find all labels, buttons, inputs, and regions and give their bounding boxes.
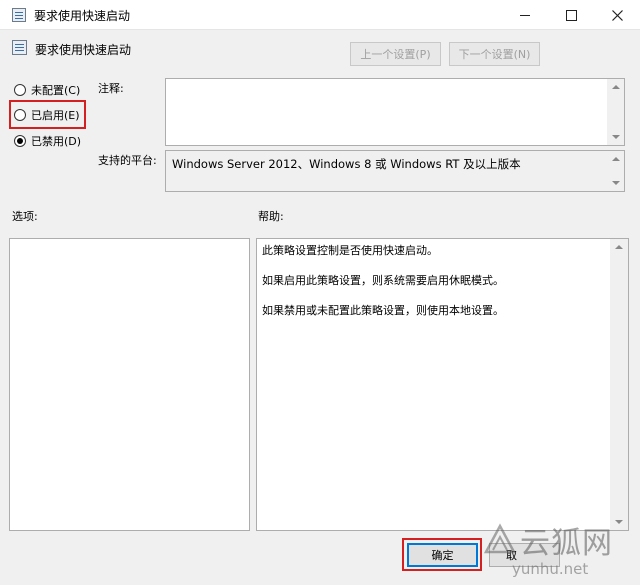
help-text: 此策略设置控制是否使用快速启动。 如果启用此策略设置，则系统需要启用休眠模式。 … — [262, 243, 607, 333]
comment-label: 注释: — [98, 82, 124, 95]
radio-disabled[interactable]: 已禁用(D) — [14, 132, 81, 150]
radio-circle[interactable] — [14, 84, 26, 96]
scroll-down-icon[interactable] — [612, 135, 620, 139]
radio-not-configured[interactable]: 未配置(C) — [14, 81, 80, 99]
help-paragraph: 此策略设置控制是否使用快速启动。 — [262, 244, 438, 257]
next-setting-button[interactable]: 下一个设置(N) — [449, 42, 540, 66]
supported-platform-box: Windows Server 2012、Windows 8 或 Windows … — [165, 150, 625, 192]
scroll-up-icon[interactable] — [612, 85, 620, 89]
ok-button[interactable]: 确定 — [407, 543, 478, 567]
help-panel: 此策略设置控制是否使用快速启动。 如果启用此策略设置，则系统需要启用休眠模式。 … — [256, 238, 629, 531]
comment-textarea[interactable] — [165, 78, 625, 146]
policy-icon — [12, 8, 26, 22]
policy-title: 要求使用快速启动 — [35, 43, 132, 57]
radio-label: 未配置(C) — [31, 84, 81, 97]
help-scrollbar[interactable] — [610, 239, 628, 530]
help-label: 帮助: — [258, 210, 284, 223]
minimize-button[interactable] — [502, 0, 548, 30]
watermark-url: yunhu.net — [512, 560, 589, 578]
options-label: 选项: — [12, 210, 38, 223]
watermark-text: 云狐网 — [520, 526, 613, 561]
radio-circle[interactable] — [14, 135, 26, 147]
watermark: 云狐网 yunhu.net — [482, 516, 632, 582]
scroll-down-icon[interactable] — [612, 181, 620, 185]
close-button[interactable] — [594, 0, 640, 30]
scroll-up-icon[interactable] — [615, 245, 623, 249]
comment-scrollbar[interactable] — [607, 79, 624, 145]
annotation-highlight-box — [9, 100, 86, 129]
fox-logo-icon — [483, 523, 517, 554]
options-panel — [9, 238, 250, 531]
maximize-button[interactable] — [548, 0, 594, 30]
close-icon — [611, 9, 623, 21]
help-paragraph: 如果启用此策略设置，则系统需要启用休眠模式。 — [262, 274, 504, 287]
supported-platform-label: 支持的平台: — [98, 154, 157, 167]
window-title: 要求使用快速启动 — [34, 9, 131, 23]
radio-label: 已禁用(D) — [31, 135, 82, 148]
scroll-up-icon[interactable] — [612, 157, 620, 161]
previous-setting-button[interactable]: 上一个设置(P) — [350, 42, 441, 66]
help-paragraph: 如果禁用或未配置此策略设置，则使用本地设置。 — [262, 304, 504, 317]
policy-setting-icon — [12, 40, 27, 55]
platform-scrollbar[interactable] — [607, 151, 624, 191]
supported-platform-value: Windows Server 2012、Windows 8 或 Windows … — [172, 157, 521, 171]
